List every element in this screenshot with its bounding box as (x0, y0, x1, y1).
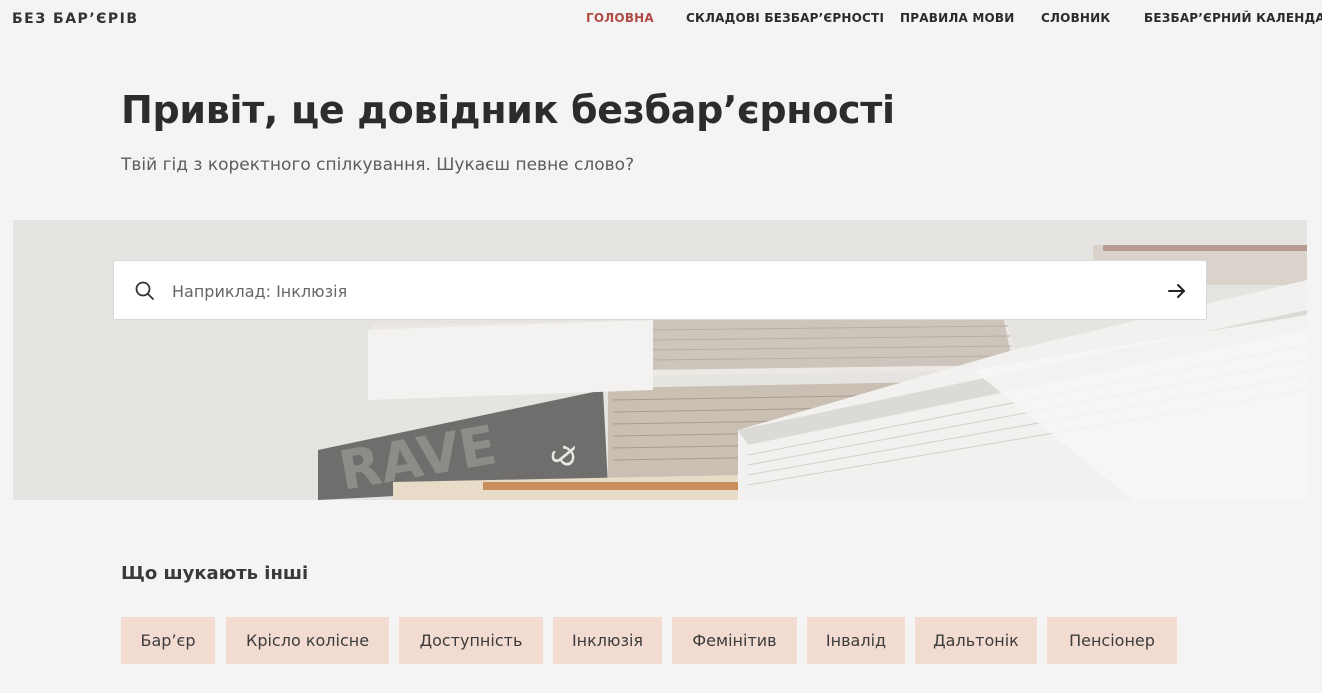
tag-pensioner[interactable]: Пенсіонер (1047, 617, 1177, 664)
search-icon (134, 280, 156, 302)
page-title: Привіт, це довідник безбар’єрності (121, 88, 895, 132)
tag-disabled[interactable]: Інвалід (807, 617, 905, 664)
page-subtitle: Твій гід з коректного спілкування. Шукає… (121, 155, 635, 175)
popular-searches-title: Що шукають інші (121, 563, 309, 584)
nav-dictionary[interactable]: СЛОВНИК (1041, 11, 1110, 25)
nav-home[interactable]: ГОЛОВНА (586, 11, 654, 25)
tag-inclusion[interactable]: Інклюзія (553, 617, 662, 664)
tag-wheelchair[interactable]: Крісло колісне (226, 617, 389, 664)
nav-calendar[interactable]: БЕЗБАР’ЄРНИЙ КАЛЕНДАР (1144, 11, 1322, 25)
top-navigation: БЕЗ БАР’ЄРІВ ГОЛОВНА СКЛАДОВІ БЕЗБАР’ЄРН… (0, 0, 1322, 36)
search-input[interactable] (172, 271, 1132, 311)
search-box (113, 260, 1207, 320)
tag-colorblind[interactable]: Дальтонік (915, 617, 1037, 664)
tag-feminitive[interactable]: Фемінітив (672, 617, 797, 664)
arrow-right-icon (1168, 284, 1185, 298)
nav-accessibility-components[interactable]: СКЛАДОВІ БЕЗБАР’ЄРНОСТІ (686, 11, 884, 25)
search-submit-button[interactable] (1164, 278, 1190, 304)
site-logo[interactable]: БЕЗ БАР’ЄРІВ (12, 11, 139, 27)
nav-language-rules[interactable]: ПРАВИЛА МОВИ (900, 11, 1014, 25)
svg-text:&: & (546, 442, 583, 468)
tag-accessibility[interactable]: Доступність (399, 617, 543, 664)
tag-barrier[interactable]: Бар’єр (121, 617, 215, 664)
